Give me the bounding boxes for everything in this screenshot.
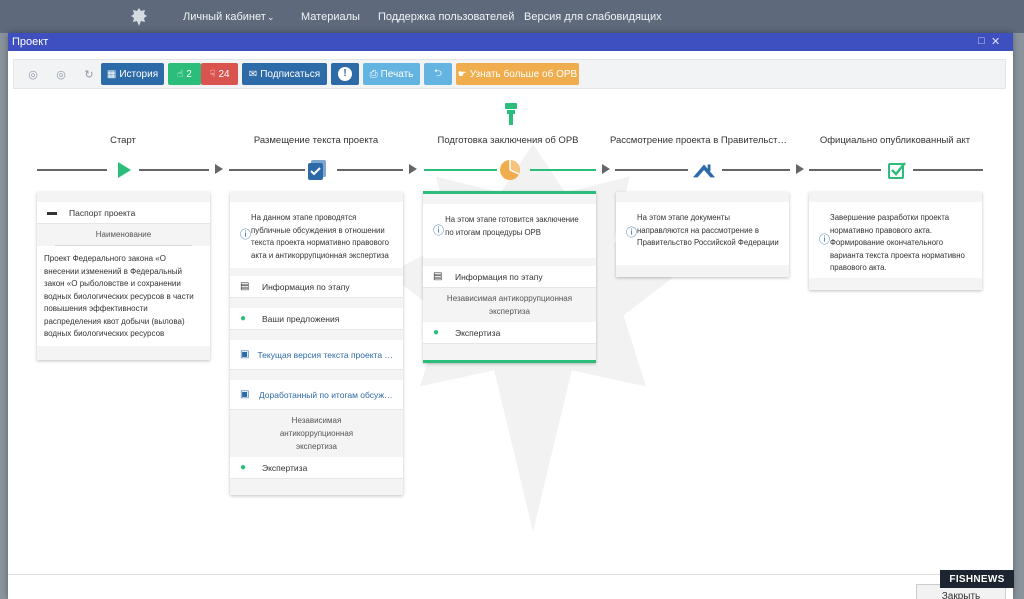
thumbs-down-icon: ☟ [209, 68, 216, 80]
subscribe-button[interactable]: ✉ Подписаться [242, 63, 327, 85]
comment-icon: ● [240, 462, 247, 473]
list-icon: ▤ [240, 281, 250, 292]
name-label: Наименование [95, 230, 152, 239]
hand-icon: ☛ [457, 68, 467, 80]
refresh-icon[interactable]: ↻ [80, 63, 98, 85]
coat-of-arms-icon[interactable] [130, 7, 148, 27]
subscribe-icon: ✉ [248, 68, 258, 80]
briefcase-icon: ▬ [47, 207, 57, 218]
modal-footer-divider [8, 574, 1013, 575]
printer-icon: ⎙ [369, 68, 378, 80]
passport-row[interactable]: ▬ Паспорт проекта [37, 202, 210, 224]
anticorruption-label: Независимая антикоррупционная экспертиза [446, 294, 573, 316]
timeline-line [722, 169, 790, 171]
info-block: ⓘ Завершение разработки проекта норматив… [809, 202, 982, 278]
timeline-line [809, 169, 881, 171]
info-icon: ⓘ [626, 227, 637, 240]
timeline-line-active [530, 169, 596, 171]
stage-title-published: Официально опубликованный акт [819, 135, 971, 146]
timeline-line [37, 169, 107, 171]
project-name-text: Проект Федерального закона «О внесении и… [37, 246, 210, 346]
timeline-line-active [424, 169, 497, 171]
nav-support[interactable]: Поддержка пользователей [378, 11, 514, 23]
exclamation-icon: ! [338, 67, 352, 81]
timeline-line [615, 169, 688, 171]
doc-file-icon: ▣ [240, 389, 250, 400]
proposals-row[interactable]: ● Ваши предложения [230, 308, 403, 330]
expertise-row[interactable]: ● Экспертиза [230, 457, 403, 479]
timeline-line [229, 169, 305, 171]
site-top-nav: Личный кабинет ⌄ Материалы Поддержка пол… [0, 0, 1024, 33]
fishnews-watermark: FISHNEWS [940, 570, 1014, 588]
modal-title: Проект [12, 36, 49, 48]
revised-text-row[interactable]: ▣ Доработанный по итогам обсуждения текс… [230, 380, 403, 410]
timeline-line [337, 169, 403, 171]
report-button[interactable]: ! [331, 63, 359, 85]
calendar-icon: ▦ [106, 68, 117, 80]
card-text-placement: ⓘ На данном этапе проводятся публичные о… [230, 192, 403, 495]
document-check-icon[interactable] [305, 158, 329, 182]
stage-title-text: Размещение текста проекта [253, 135, 379, 146]
timeline-arrow-icon [796, 164, 804, 174]
timeline-line [139, 169, 209, 171]
timeline-arrow-icon [215, 164, 223, 174]
current-version-row[interactable]: ▣ Текущая версия текста проекта норматив… [230, 340, 403, 370]
maximize-icon[interactable]: □ [978, 35, 985, 47]
like-button[interactable]: ☝ 2 [168, 63, 201, 85]
stage-info-row[interactable]: ▤ Информация по этапу [230, 276, 403, 298]
checkbox-icon[interactable] [885, 158, 909, 182]
doc-file-icon: ▣ [240, 349, 250, 360]
pie-chart-icon[interactable] [498, 158, 522, 182]
card-orv: ⓘ На этом этапе готовится заключение по … [423, 191, 596, 363]
info-icon: ⓘ [819, 233, 830, 246]
history-button[interactable]: ▦ История [101, 63, 164, 85]
info-block: ⓘ На этом этапе документы направляются н… [616, 202, 789, 265]
dislike-button[interactable]: ☟ 24 [201, 63, 238, 85]
info-block: ⓘ На этом этапе готовится заключение по … [423, 204, 596, 258]
card-published: ⓘ Завершение разработки проекта норматив… [809, 192, 982, 290]
roof-icon[interactable] [692, 158, 716, 182]
stage-info-row[interactable]: ▤ Информация по этапу [423, 266, 596, 288]
play-icon[interactable] [112, 158, 136, 182]
project-modal: Проект □ ✕ ◎ ◎ ↻ ▦ История ☝ 2 ☟ 24 ✉ По… [8, 33, 1013, 599]
expertise-row[interactable]: ● Экспертиза [423, 322, 596, 344]
modal-header: Проект □ ✕ [8, 33, 1013, 51]
share-icon: ⮌ [433, 67, 442, 79]
info-icon: ⓘ [433, 224, 444, 237]
learn-more-button[interactable]: ☛ Узнать больше об ОРВ [456, 63, 579, 85]
list-icon: ▤ [433, 271, 443, 282]
timeline-arrow-icon [602, 164, 610, 174]
timeline-line [913, 169, 983, 171]
nav-materials[interactable]: Материалы [301, 11, 360, 23]
timeline-arrow-icon [409, 164, 417, 174]
nav-personal-account[interactable]: Личный кабинет [183, 11, 266, 23]
card-government: ⓘ На этом этапе документы направляются н… [616, 192, 789, 277]
hand-pointer-icon [505, 103, 517, 125]
stage-title-orv: Подготовка заключения об ОРВ [437, 135, 579, 146]
toolbar: ◎ ◎ ↻ ▦ История ☝ 2 ☟ 24 ✉ Подписаться !… [13, 59, 1006, 89]
forward-icon[interactable]: ◎ [52, 63, 70, 85]
share-button[interactable]: ⮌ [424, 63, 452, 85]
chevron-down-icon[interactable]: ⌄ [267, 12, 275, 23]
thumbs-up-icon: ☝ [177, 68, 184, 80]
comment-icon: ● [240, 313, 247, 324]
print-button[interactable]: ⎙ Печать [363, 63, 420, 85]
stage-title-start: Старт [110, 135, 136, 146]
card-start: ▬ Паспорт проекта Наименование Проект Фе… [37, 192, 210, 360]
info-block: ⓘ На данном этапе проводятся публичные о… [230, 202, 403, 268]
close-icon[interactable]: ✕ [991, 35, 1000, 48]
stage-title-government: Рассмотрение проекта в Правительстве Рос… [610, 135, 790, 146]
info-icon: ⓘ [240, 228, 251, 241]
comment-icon: ● [433, 327, 440, 338]
back-icon[interactable]: ◎ [24, 63, 42, 85]
anticorruption-label: Независимая антикоррупционная экспертиза [279, 416, 354, 451]
nav-accessibility[interactable]: Версия для слабовидящих [524, 11, 662, 23]
